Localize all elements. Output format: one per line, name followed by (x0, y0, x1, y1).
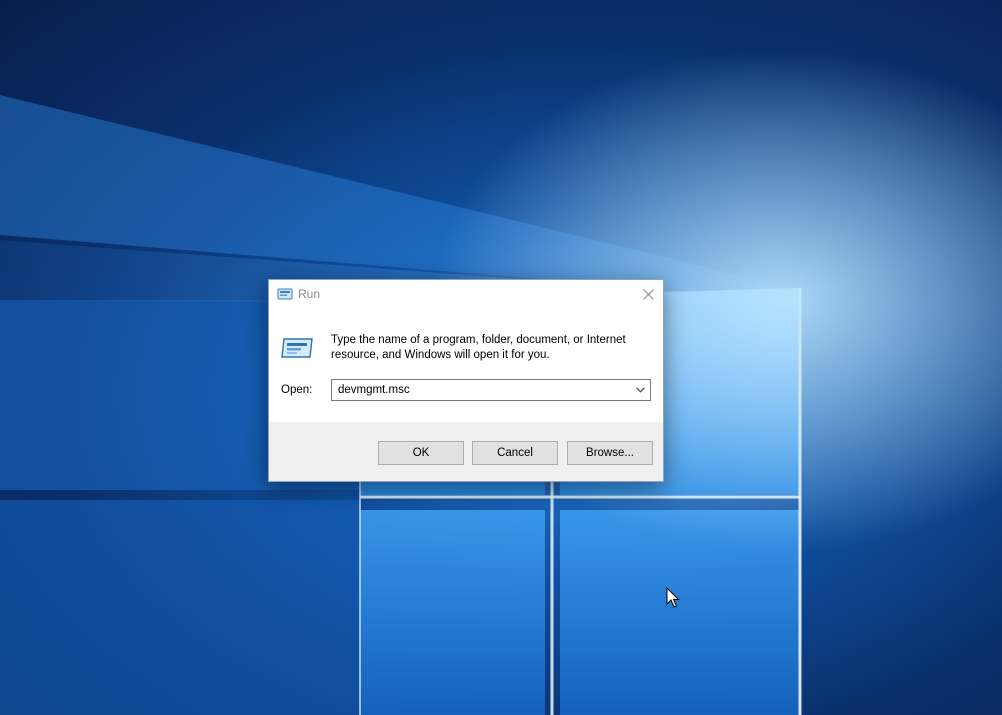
run-dialog: Run Type the name of a program, folder, … (268, 279, 664, 482)
mouse-pointer-icon (666, 587, 680, 608)
cancel-button[interactable]: Cancel (472, 441, 558, 465)
desktop[interactable]: APPUALS Run Type the na (0, 0, 1002, 715)
browse-button[interactable]: Browse... (567, 441, 653, 465)
open-input[interactable] (332, 380, 628, 400)
run-icon (281, 338, 313, 358)
open-label: Open: (281, 384, 313, 396)
dialog-content: Type the name of a program, folder, docu… (269, 309, 663, 422)
dialog-description: Type the name of a program, folder, docu… (331, 334, 626, 361)
dialog-title: Run (298, 287, 321, 301)
ok-button[interactable]: OK (378, 441, 464, 465)
chevron-down-icon (635, 387, 645, 393)
run-icon (277, 288, 293, 300)
open-dropdown-button[interactable] (630, 380, 650, 400)
dialog-titlebar[interactable]: Run (269, 280, 663, 309)
open-combobox[interactable] (331, 379, 651, 401)
close-icon (642, 289, 654, 300)
close-button[interactable] (633, 280, 663, 309)
dialog-footer: OK Cancel Browse... (269, 422, 663, 481)
